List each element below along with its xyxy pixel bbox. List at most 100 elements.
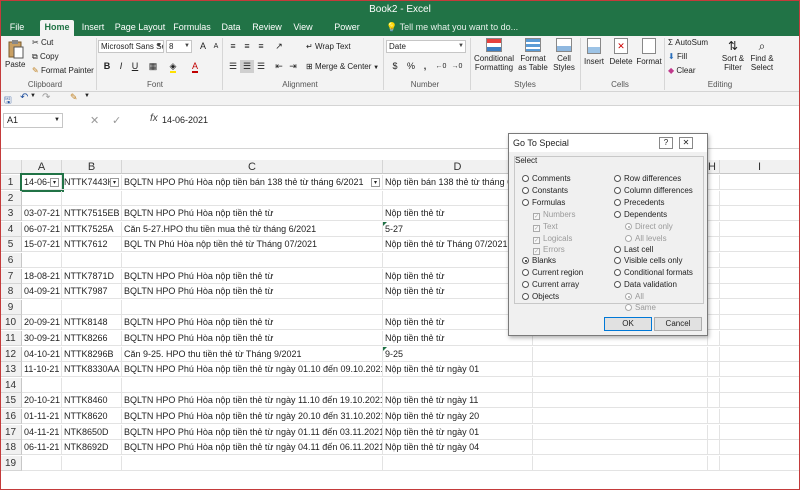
cell[interactable] [708, 315, 720, 331]
cell[interactable]: 04-11-21 [22, 424, 62, 440]
cell[interactable] [122, 377, 383, 393]
cell[interactable]: NTTK7515EB [62, 206, 122, 222]
fill-button[interactable]: ⬇ Fill [668, 52, 687, 61]
cell[interactable] [720, 440, 800, 456]
cell[interactable] [533, 393, 708, 409]
cell[interactable] [383, 455, 533, 471]
cell[interactable] [720, 237, 800, 253]
comma-button[interactable]: , [418, 60, 432, 73]
cell[interactable]: BQLTN HPO Phú Hòa nộp tiền thẻ từ ngày 1… [122, 393, 383, 409]
radio-column-differences[interactable]: Column differences [614, 186, 693, 196]
cell[interactable]: 15-07-21 [22, 237, 62, 253]
format-as-table-button[interactable]: Format as Table [516, 38, 550, 72]
merge-center-button[interactable]: ⊞ Merge & Center ▼ [306, 62, 379, 71]
find-select-button[interactable]: ⌕ Find & Select [748, 38, 776, 72]
column-header-b[interactable]: B [62, 160, 122, 174]
cell[interactable] [720, 190, 800, 206]
cell[interactable]: BQL TN Phú Hòa nộp tiền thẻ từ Tháng 07/… [122, 237, 383, 253]
cell[interactable]: BQLTN HPO Phú Hòa nộp tiền thẻ từ [122, 268, 383, 284]
radio-dependents[interactable]: Dependents [614, 210, 667, 220]
cell[interactable] [62, 190, 122, 206]
cell[interactable]: BQLTN HPO Phú Hòa nộp tiền thẻ từ [122, 315, 383, 331]
font-color-button[interactable]: A [188, 60, 202, 73]
cell[interactable]: BQLTN HPO Phú Hòa nộp tiền bán 138 thẻ t… [122, 175, 383, 190]
cell[interactable]: 06-11-21 [22, 440, 62, 456]
cell[interactable]: NTTK7612 [62, 237, 122, 253]
radio-data-validation[interactable]: Data validation [614, 280, 677, 290]
italic-button[interactable]: I [114, 60, 128, 73]
grow-font-button[interactable]: A [196, 40, 210, 53]
cell[interactable]: NTK8650D [62, 424, 122, 440]
paste-button[interactable]: Paste [5, 60, 25, 69]
cell[interactable]: 01-11-21 [22, 409, 62, 424]
cell[interactable] [720, 221, 800, 237]
cell[interactable] [122, 190, 383, 206]
cell[interactable]: NTTK8148 [62, 315, 122, 331]
cell[interactable]: BQLTN HPO Phú Hòa nộp tiền thẻ từ [122, 206, 383, 222]
cell[interactable] [708, 284, 720, 300]
row-header[interactable]: 14 [0, 377, 22, 393]
align-top-button[interactable]: ≡ [226, 40, 240, 53]
cell[interactable] [533, 440, 708, 456]
cell[interactable] [62, 253, 122, 268]
radio-row-differences[interactable]: Row differences [614, 174, 681, 184]
cell[interactable] [22, 299, 62, 315]
cell[interactable] [720, 455, 800, 471]
cell[interactable] [720, 206, 800, 222]
cell[interactable] [708, 409, 720, 424]
filter-dropdown-icon[interactable]: ▾ [110, 178, 119, 187]
cell[interactable]: BQLTN HPO Phú Hòa nộp tiền thẻ từ ngày 0… [122, 440, 383, 456]
align-right-button[interactable]: ☰ [254, 60, 268, 73]
cell[interactable]: NTTK7987 [62, 284, 122, 300]
radio-comments[interactable]: Comments [522, 174, 571, 184]
column-header-a[interactable]: A [22, 160, 62, 174]
align-left-button[interactable]: ☰ [226, 60, 240, 73]
cell[interactable] [720, 424, 800, 440]
cell[interactable] [720, 409, 800, 424]
ok-button[interactable]: OK [604, 317, 652, 331]
autosum-button[interactable]: Σ AutoSum [668, 38, 708, 47]
cancel-button[interactable]: Cancel [654, 317, 702, 331]
cell[interactable] [708, 362, 720, 378]
cell[interactable]: BQLTN HPO Phú Hòa nộp tiền thẻ từ [122, 331, 383, 346]
cut-button[interactable]: ✂ Cut [32, 38, 53, 47]
confirm-entry-icon[interactable]: ✓ [112, 114, 121, 127]
cell[interactable] [708, 331, 720, 346]
tab-page-layout[interactable]: Page Layout [114, 20, 166, 36]
cell[interactable]: NTTK8296B [62, 346, 122, 362]
sort-filter-button[interactable]: ⇅ Sort & Filter [720, 38, 746, 72]
format-painter-icon[interactable]: ✎ [70, 92, 78, 103]
bold-button[interactable]: B [100, 60, 114, 73]
cell[interactable] [708, 346, 720, 362]
row-header[interactable]: 2 [0, 190, 22, 206]
cell[interactable]: Nộp tiền thẻ từ ngày 20 [383, 409, 533, 424]
cell[interactable]: Nộp tiền thẻ từ ngày 04 [383, 440, 533, 456]
cell[interactable] [22, 455, 62, 471]
cell[interactable] [62, 377, 122, 393]
close-icon[interactable]: ✕ [679, 137, 693, 149]
insert-function-button[interactable]: fx [150, 113, 158, 124]
cell[interactable]: NTTK8330AA [62, 362, 122, 378]
row-header[interactable]: 9 [0, 299, 22, 315]
cell[interactable] [708, 424, 720, 440]
number-format-combo[interactable]: Date ▼ [386, 40, 466, 53]
tab-insert[interactable]: Insert [78, 20, 108, 36]
cell[interactable]: Nộp tiền thẻ từ ngày 01 [383, 424, 533, 440]
cell[interactable] [720, 253, 800, 268]
tab-file[interactable]: File [4, 20, 30, 36]
cell[interactable]: BQLTN HPO Phú Hòa nộp tiền thẻ từ [122, 284, 383, 300]
tab-data[interactable]: Data [218, 20, 244, 36]
cell[interactable] [720, 362, 800, 378]
row-header[interactable]: 16 [0, 409, 22, 424]
cell[interactable] [22, 190, 62, 206]
radio-current-array[interactable]: Current array [522, 280, 579, 290]
cell[interactable] [720, 393, 800, 409]
row-header[interactable]: 1 [0, 175, 22, 190]
cell[interactable] [708, 253, 720, 268]
cell[interactable]: 18-08-21 [22, 268, 62, 284]
row-header[interactable]: 8 [0, 284, 22, 300]
cell[interactable] [708, 268, 720, 284]
formula-input[interactable]: 14-06-2021 [162, 115, 208, 125]
cell[interactable] [708, 393, 720, 409]
cell[interactable] [720, 284, 800, 300]
